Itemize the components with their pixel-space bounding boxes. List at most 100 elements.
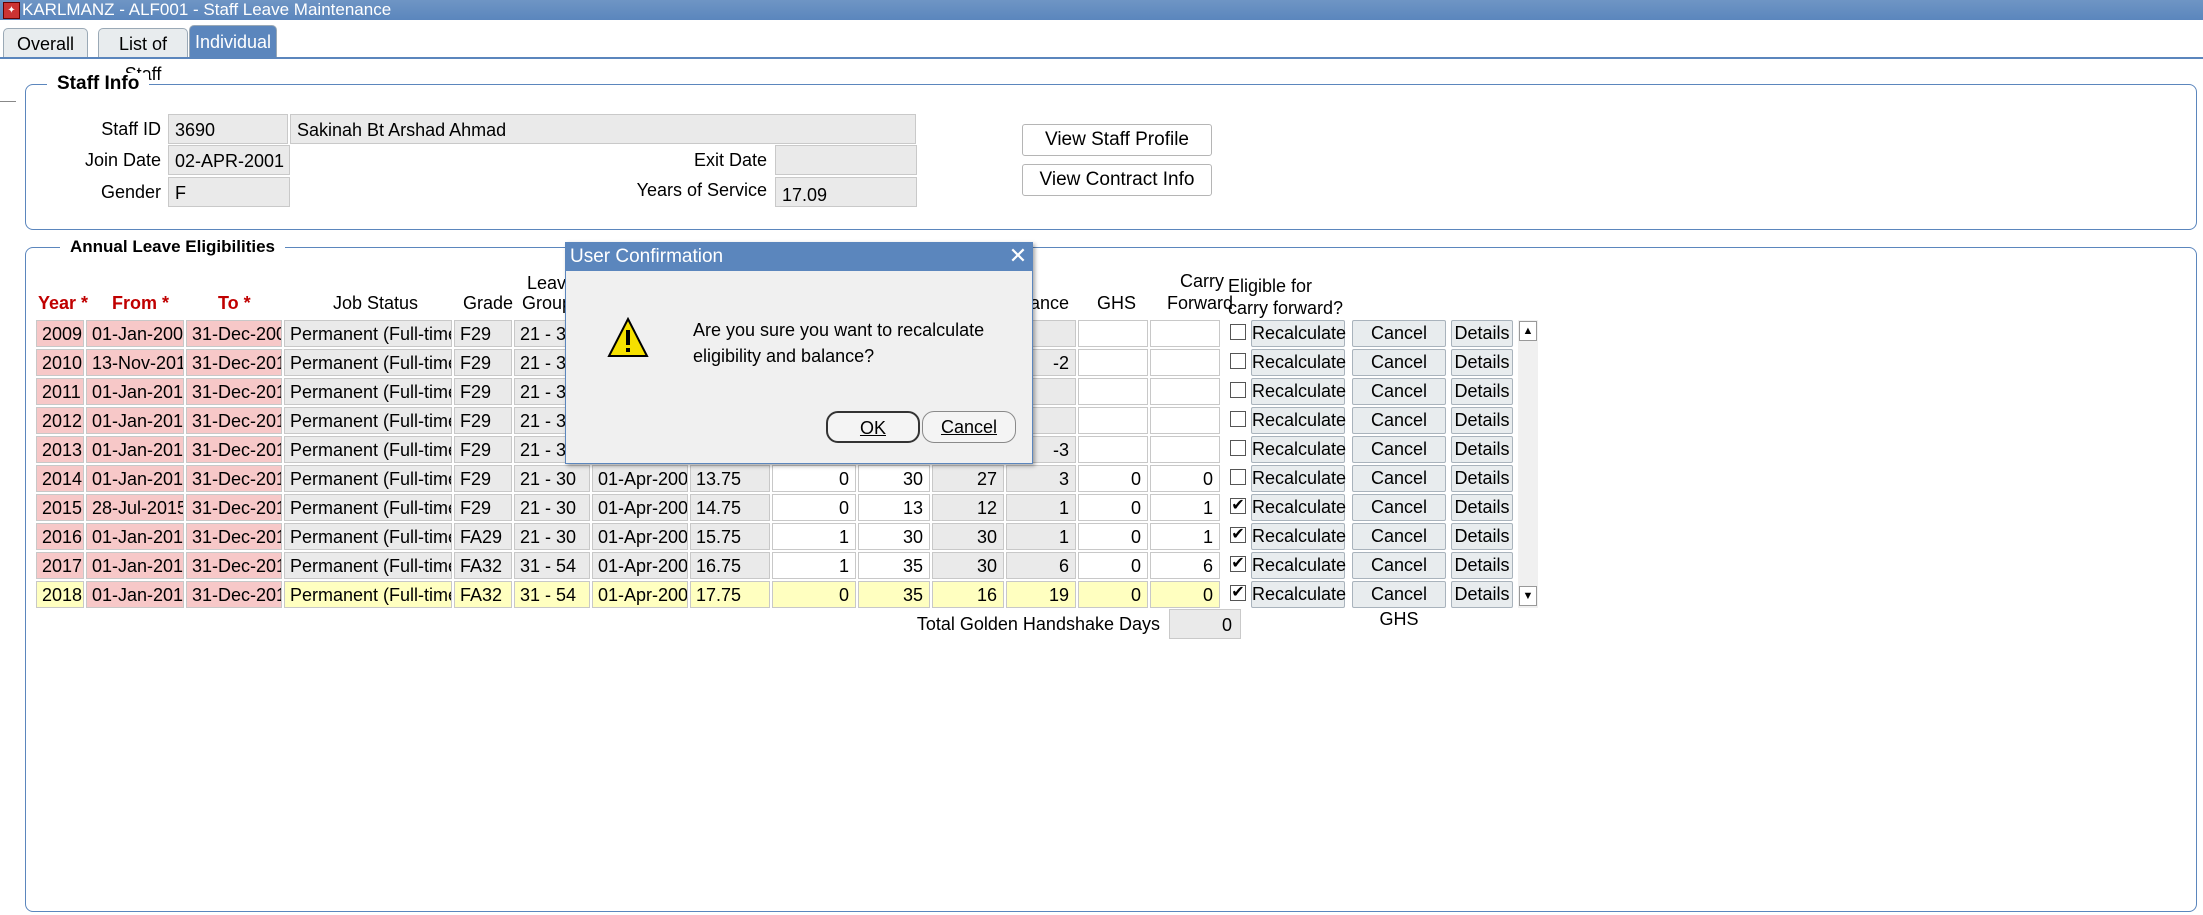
- cell-cf[interactable]: 6: [1150, 552, 1220, 579]
- cancel-ghs-button[interactable]: Cancel GHS: [1352, 523, 1446, 571]
- cell-year[interactable]: 2016: [36, 523, 84, 550]
- cell-grade[interactable]: F29: [454, 436, 512, 463]
- details-button[interactable]: Details: [1451, 465, 1513, 492]
- cell-ghs[interactable]: [1078, 378, 1148, 405]
- cell-ghs[interactable]: [1078, 320, 1148, 347]
- staff-name-field[interactable]: Sakinah Bt Arshad Ahmad: [290, 114, 916, 144]
- cancel-button[interactable]: Cancel: [922, 411, 1016, 443]
- cancel-ghs-button[interactable]: Cancel GHS: [1352, 494, 1446, 542]
- cell-cf[interactable]: [1150, 320, 1220, 347]
- cell-to[interactable]: 31-Dec-2016: [186, 523, 282, 550]
- cell-to[interactable]: 31-Dec-2013: [186, 436, 282, 463]
- scroll-up-icon[interactable]: ▲: [1519, 321, 1537, 341]
- cell-to[interactable]: 31-Dec-2011: [186, 378, 282, 405]
- table-scrollbar[interactable]: [1518, 320, 1538, 608]
- cell-year[interactable]: 2014: [36, 465, 84, 492]
- cell-job[interactable]: Permanent (Full-time): [284, 320, 452, 347]
- cell-c3[interactable]: 12: [932, 494, 1004, 521]
- cell-job[interactable]: Permanent (Full-time): [284, 552, 452, 579]
- details-button[interactable]: Details: [1451, 494, 1513, 521]
- cell-job[interactable]: Permanent (Full-time): [284, 378, 452, 405]
- cancel-ghs-button[interactable]: Cancel GHS: [1352, 320, 1446, 368]
- cell-to[interactable]: 31-Dec-2009: [186, 320, 282, 347]
- carry-forward-checkbox[interactable]: [1230, 469, 1246, 485]
- cell-year[interactable]: 2012: [36, 407, 84, 434]
- cell-from[interactable]: 01-Jan-2018: [86, 581, 184, 608]
- carry-forward-checkbox[interactable]: [1230, 353, 1246, 369]
- cell-grade[interactable]: F29: [454, 407, 512, 434]
- cell-job[interactable]: Permanent (Full-time): [284, 407, 452, 434]
- cell-job[interactable]: Permanent (Full-time): [284, 523, 452, 550]
- cell-grade[interactable]: FA29: [454, 523, 512, 550]
- recalculate-button[interactable]: Recalculate: [1251, 436, 1346, 463]
- cell-c1[interactable]: 1: [772, 523, 856, 550]
- years-of-service-field[interactable]: 17.09: [775, 177, 917, 207]
- cell-to[interactable]: 31-Dec-2015: [186, 494, 282, 521]
- carry-forward-checkbox[interactable]: ✔: [1230, 498, 1246, 514]
- carry-forward-checkbox[interactable]: [1230, 440, 1246, 456]
- cell-grade[interactable]: F29: [454, 320, 512, 347]
- cell-to[interactable]: 31-Dec-2010: [186, 349, 282, 376]
- cell-year[interactable]: 2013: [36, 436, 84, 463]
- cell-from[interactable]: 01-Jan-2016: [86, 523, 184, 550]
- cell-group[interactable]: 31 - 54: [514, 552, 590, 579]
- cell-year[interactable]: 2017: [36, 552, 84, 579]
- cell-ghs[interactable]: [1078, 349, 1148, 376]
- cancel-ghs-button[interactable]: Cancel GHS: [1352, 436, 1446, 484]
- cell-year[interactable]: 2018: [36, 581, 84, 608]
- carry-forward-checkbox[interactable]: [1230, 382, 1246, 398]
- recalculate-button[interactable]: Recalculate: [1251, 494, 1346, 521]
- cell-svc[interactable]: 16.75: [690, 552, 770, 579]
- cell-join[interactable]: 01-Apr-2001: [592, 465, 688, 492]
- recalculate-button[interactable]: Recalculate: [1251, 465, 1346, 492]
- cell-year[interactable]: 2015: [36, 494, 84, 521]
- tab-overall[interactable]: Overall: [3, 28, 88, 59]
- cell-from[interactable]: 01-Jan-2009: [86, 320, 184, 347]
- exit-date-field[interactable]: [775, 145, 917, 175]
- cell-grade[interactable]: FA32: [454, 552, 512, 579]
- cell-cf[interactable]: 1: [1150, 494, 1220, 521]
- cell-c1[interactable]: 0: [772, 581, 856, 608]
- view-contract-info-button[interactable]: View Contract Info: [1022, 164, 1212, 196]
- recalculate-button[interactable]: Recalculate: [1251, 407, 1346, 434]
- ok-button[interactable]: OK: [826, 411, 920, 443]
- cell-to[interactable]: 31-Dec-2014: [186, 465, 282, 492]
- cell-ghs[interactable]: 0: [1078, 581, 1148, 608]
- cell-join[interactable]: 01-Apr-2001: [592, 523, 688, 550]
- details-button[interactable]: Details: [1451, 523, 1513, 550]
- cell-grade[interactable]: F29: [454, 378, 512, 405]
- cell-job[interactable]: Permanent (Full-time): [284, 494, 452, 521]
- details-button[interactable]: Details: [1451, 436, 1513, 463]
- cell-bal[interactable]: 6: [1006, 552, 1076, 579]
- cell-join[interactable]: 01-Apr-2001: [592, 552, 688, 579]
- cell-c2[interactable]: 30: [858, 465, 930, 492]
- cell-to[interactable]: 31-Dec-2017: [186, 552, 282, 579]
- carry-forward-checkbox[interactable]: [1230, 411, 1246, 427]
- cell-grade[interactable]: F29: [454, 349, 512, 376]
- close-icon[interactable]: ✕: [1008, 245, 1028, 267]
- cancel-ghs-button[interactable]: Cancel GHS: [1352, 378, 1446, 426]
- cell-job[interactable]: Permanent (Full-time): [284, 349, 452, 376]
- cell-group[interactable]: 21 - 30: [514, 523, 590, 550]
- details-button[interactable]: Details: [1451, 320, 1513, 347]
- cell-c2[interactable]: 35: [858, 552, 930, 579]
- cell-year[interactable]: 2011: [36, 378, 84, 405]
- cell-year[interactable]: 2010: [36, 349, 84, 376]
- cell-cf[interactable]: [1150, 349, 1220, 376]
- cancel-ghs-button[interactable]: Cancel GHS: [1352, 407, 1446, 455]
- cell-svc[interactable]: 14.75: [690, 494, 770, 521]
- cell-from[interactable]: 01-Jan-2013: [86, 436, 184, 463]
- cell-c2[interactable]: 35: [858, 581, 930, 608]
- cell-c1[interactable]: 0: [772, 465, 856, 492]
- scroll-down-icon[interactable]: ▼: [1519, 586, 1537, 606]
- recalculate-button[interactable]: Recalculate: [1251, 349, 1346, 376]
- cell-from[interactable]: 13-Nov-2010: [86, 349, 184, 376]
- recalculate-button[interactable]: Recalculate: [1251, 378, 1346, 405]
- join-date-field[interactable]: 02-APR-2001: [168, 145, 290, 175]
- recalculate-button[interactable]: Recalculate: [1251, 320, 1346, 347]
- cell-cf[interactable]: [1150, 378, 1220, 405]
- cell-job[interactable]: Permanent (Full-time): [284, 465, 452, 492]
- cell-bal[interactable]: 1: [1006, 494, 1076, 521]
- cell-cf[interactable]: [1150, 436, 1220, 463]
- details-button[interactable]: Details: [1451, 378, 1513, 405]
